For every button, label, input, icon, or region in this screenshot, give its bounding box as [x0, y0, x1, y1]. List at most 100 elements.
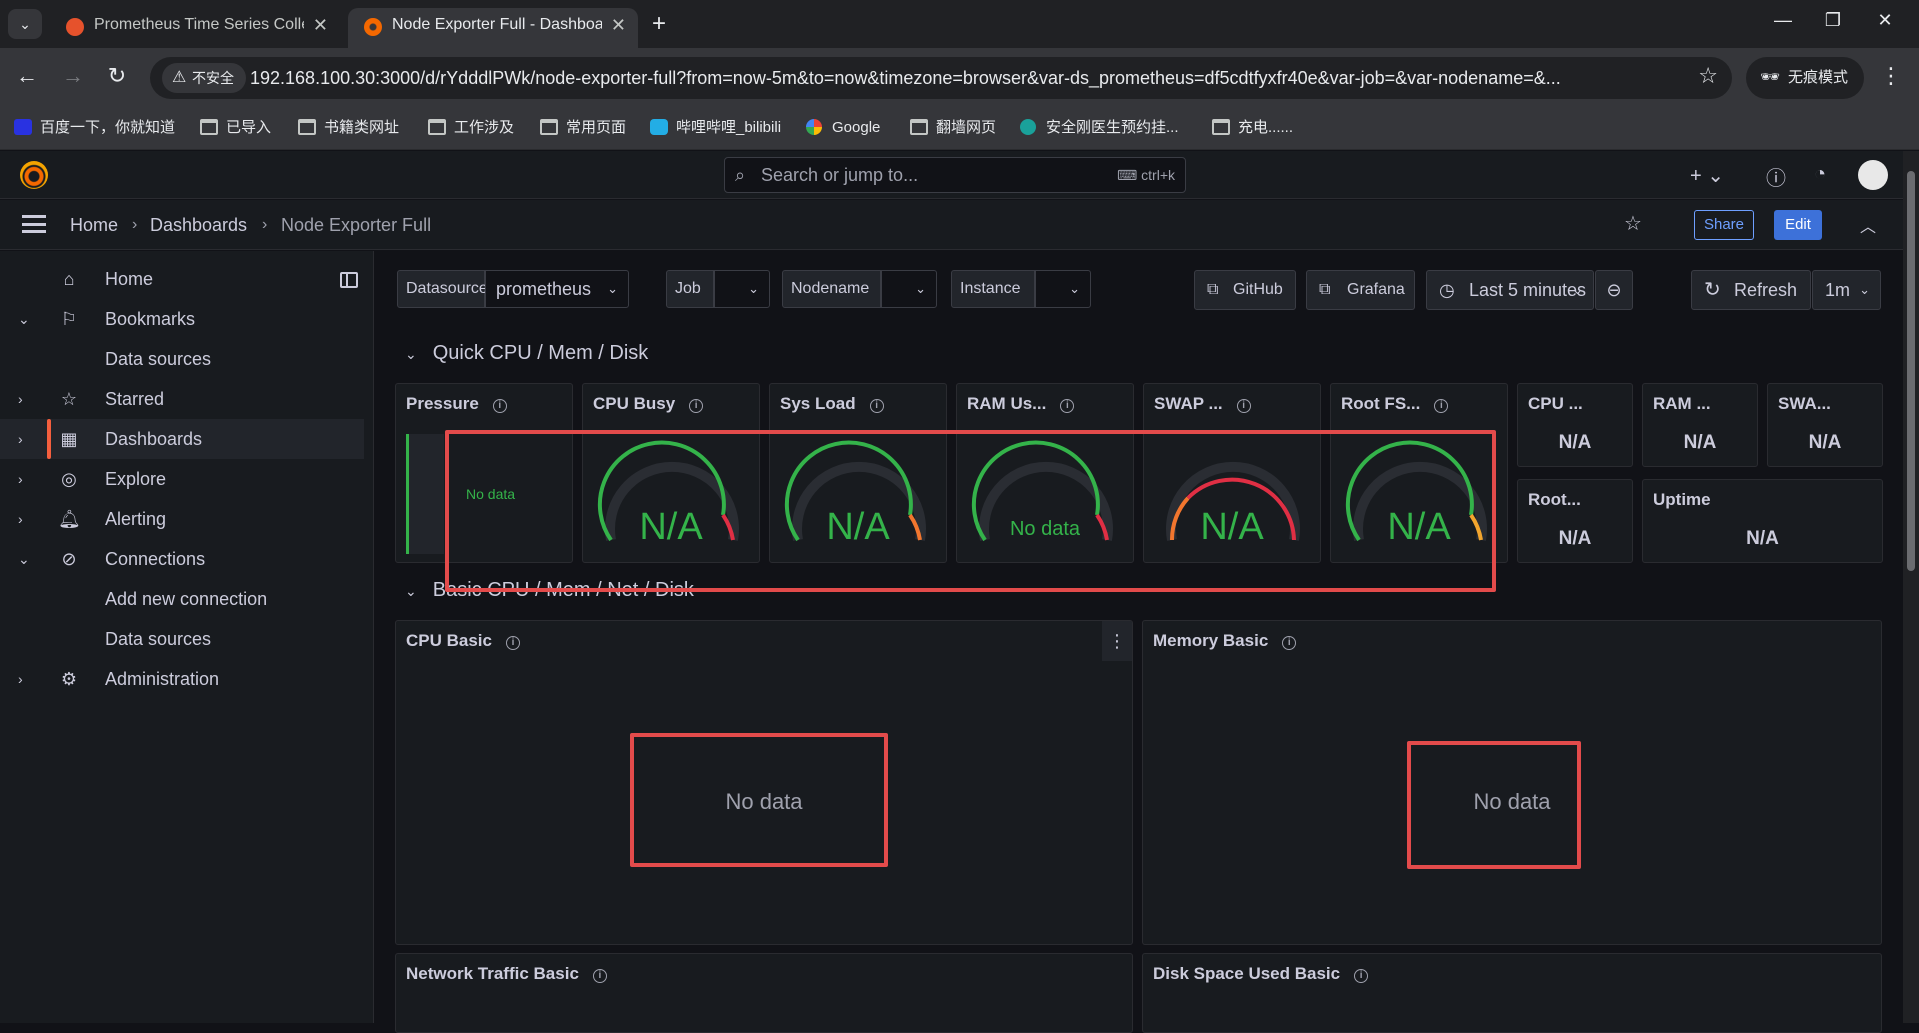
info-icon[interactable]: i: [592, 969, 607, 983]
time-range-picker[interactable]: ◷ Last 5 minutes ⌄: [1426, 270, 1594, 310]
grafana-logo-icon[interactable]: [20, 161, 48, 189]
datasource-select[interactable]: prometheus ⌄: [485, 270, 629, 308]
panel-swap-total[interactable]: SWA... N/A: [1767, 383, 1883, 467]
info-icon[interactable]: i: [1282, 636, 1297, 650]
bookmark-folder[interactable]: 翻墙网页: [910, 108, 996, 148]
sidebar-item-data-sources[interactable]: Data sources: [0, 339, 364, 379]
chevron-down-icon[interactable]: ⌄: [18, 539, 30, 579]
breadcrumb-dashboards[interactable]: Dashboards: [150, 200, 247, 250]
close-icon[interactable]: ✕: [313, 8, 328, 42]
page-scrollbar[interactable]: [1903, 151, 1919, 1023]
info-icon[interactable]: i: [1434, 399, 1449, 413]
chevron-down-icon[interactable]: ⌄: [18, 299, 30, 339]
panel-ram-total[interactable]: RAM ... N/A: [1642, 383, 1758, 467]
sidebar-item-dashboards[interactable]: › ▦ Dashboards: [0, 419, 364, 459]
panel-disk-space-used-basic[interactable]: Disk Space Used Basic i: [1142, 953, 1882, 1033]
panel-root-fs-used[interactable]: Root FS... i N/A: [1330, 383, 1508, 563]
site-info-button[interactable]: ⚠ 不安全: [162, 63, 246, 93]
avatar[interactable]: [1858, 160, 1888, 190]
menu-icon[interactable]: [22, 215, 46, 233]
row-basic-cpu-mem-net-disk[interactable]: ⌄ Basic CPU / Mem / Net / Disk: [405, 578, 694, 603]
bookmark-item[interactable]: 百度一下，你就知道: [14, 108, 175, 148]
scrollbar-thumb[interactable]: [1907, 171, 1915, 571]
nodename-select[interactable]: ⌄: [881, 270, 937, 308]
panel-network-traffic-basic[interactable]: Network Traffic Basic i: [395, 953, 1133, 1033]
refresh-interval-select[interactable]: 1m ⌄: [1812, 270, 1881, 310]
browser-menu-icon[interactable]: ⋮: [1880, 63, 1902, 89]
panel-swap-used[interactable]: SWAP ... i N/A: [1143, 383, 1321, 563]
panel-root-fs-total[interactable]: Root... N/A: [1517, 479, 1633, 563]
minimize-icon[interactable]: —: [1768, 10, 1798, 31]
info-icon[interactable]: i: [505, 636, 520, 650]
bookmark-folder[interactable]: 常用页面: [540, 108, 626, 148]
news-feed-icon[interactable]: ◔: [1814, 163, 1826, 186]
instance-select[interactable]: ⌄: [1035, 270, 1091, 308]
info-icon[interactable]: i: [1236, 399, 1251, 413]
info-icon[interactable]: i: [492, 399, 507, 413]
info-icon[interactable]: i: [869, 399, 884, 413]
github-link-button[interactable]: ⧉ GitHub: [1194, 270, 1296, 310]
panel-menu-icon[interactable]: ⋮: [1102, 621, 1132, 661]
sidebar-item-connections[interactable]: ⌄ ⊘ Connections: [0, 539, 364, 579]
close-window-icon[interactable]: ✕: [1870, 10, 1900, 31]
sidebar-item-data-sources-2[interactable]: Data sources: [0, 619, 364, 659]
tab-node-exporter[interactable]: Node Exporter Full - Dashboa ✕: [348, 8, 638, 48]
panel-cpu-basic[interactable]: CPU Basic i ⋮ No data: [395, 620, 1133, 945]
breadcrumb-home[interactable]: Home: [70, 200, 118, 250]
panel-cpu-cores[interactable]: CPU ... N/A: [1517, 383, 1633, 467]
edit-button[interactable]: Edit: [1774, 210, 1822, 240]
panel-uptime[interactable]: Uptime N/A: [1642, 479, 1883, 563]
url-text[interactable]: 192.168.100.30:3000/d/rYdddlPWk/node-exp…: [250, 57, 1660, 99]
sidebar-item-bookmarks[interactable]: ⌄ ⚐ Bookmarks: [0, 299, 364, 339]
panel-pressure[interactable]: Pressure i No data: [395, 383, 573, 563]
close-icon[interactable]: ✕: [611, 8, 626, 42]
share-button[interactable]: Share: [1694, 210, 1754, 240]
reload-icon[interactable]: ↻: [102, 63, 132, 89]
panel-memory-basic[interactable]: Memory Basic i No data: [1142, 620, 1882, 945]
sidebar-item-home[interactable]: ⌂ Home: [0, 259, 364, 299]
refresh-button[interactable]: ↻ Refresh: [1691, 270, 1811, 310]
bookmark-folder[interactable]: 已导入: [200, 108, 271, 148]
row-quick-cpu-mem-disk[interactable]: ⌄ Quick CPU / Mem / Disk: [405, 341, 648, 366]
sidebar-item-add-new-connection[interactable]: Add new connection: [0, 579, 364, 619]
star-dashboard-icon[interactable]: ☆: [1624, 211, 1642, 236]
bookmark-item[interactable]: 哔哩哔哩_bilibili: [650, 108, 781, 148]
chevron-right-icon[interactable]: ›: [18, 499, 23, 539]
chevron-right-icon[interactable]: ›: [18, 659, 23, 699]
grafana-link-button[interactable]: ⧉ Grafana: [1306, 270, 1415, 310]
bookmark-item[interactable]: Google: [806, 108, 880, 148]
chevron-right-icon[interactable]: ›: [18, 419, 23, 459]
search-input[interactable]: ⌕ Search or jump to... ⌨ ctrl+k: [724, 157, 1186, 193]
forward-arrow-icon[interactable]: →: [58, 63, 88, 89]
sidebar-item-administration[interactable]: › ⚙ Administration: [0, 659, 364, 699]
zoom-out-button[interactable]: ⊖: [1595, 270, 1633, 310]
help-icon[interactable]: ⓘ: [1766, 162, 1786, 191]
info-icon[interactable]: i: [689, 399, 704, 413]
new-tab-plus-icon[interactable]: +: [652, 10, 666, 38]
sidebar-item-explore[interactable]: › ◎ Explore: [0, 459, 364, 499]
bookmark-folder[interactable]: 书籍类网址: [298, 108, 399, 148]
panel-sys-load[interactable]: Sys Load i N/A: [769, 383, 947, 563]
bookmark-star-icon[interactable]: ☆: [1698, 63, 1718, 89]
sidebar-item-alerting[interactable]: › 🔔︎ Alerting: [0, 499, 364, 539]
tab-search-button[interactable]: ⌄: [8, 9, 42, 39]
address-bar[interactable]: ⚠ 不安全 192.168.100.30:3000/d/rYdddlPWk/no…: [150, 57, 1732, 99]
incognito-badge[interactable]: 🕶 无痕模式: [1746, 57, 1864, 99]
tab-prometheus[interactable]: Prometheus Time Series Colle ✕: [50, 8, 340, 48]
sidebar-item-starred[interactable]: › ☆ Starred: [0, 379, 364, 419]
bookmark-folder[interactable]: 充电......: [1212, 108, 1293, 148]
chevron-right-icon[interactable]: ›: [18, 379, 23, 419]
back-arrow-icon[interactable]: ←: [12, 63, 42, 89]
panel-cpu-busy[interactable]: CPU Busy i N/A: [582, 383, 760, 563]
info-icon[interactable]: i: [1354, 969, 1369, 983]
browser-tab-strip: ⌄ Prometheus Time Series Colle ✕ Node Ex…: [0, 0, 1919, 48]
chevron-right-icon[interactable]: ›: [18, 459, 23, 499]
bookmark-folder[interactable]: 工作涉及: [428, 108, 514, 148]
job-select[interactable]: ⌄: [714, 270, 770, 308]
panel-ram-used[interactable]: RAM Us... i No data: [956, 383, 1134, 563]
info-icon[interactable]: i: [1060, 399, 1075, 413]
add-new-icon[interactable]: + ⌄: [1690, 163, 1724, 188]
bookmark-item[interactable]: 安全刚医生预约挂...: [1020, 108, 1179, 148]
collapse-chevron-up-icon[interactable]: ︿: [1860, 213, 1876, 237]
maximize-icon[interactable]: ❐: [1818, 10, 1848, 31]
